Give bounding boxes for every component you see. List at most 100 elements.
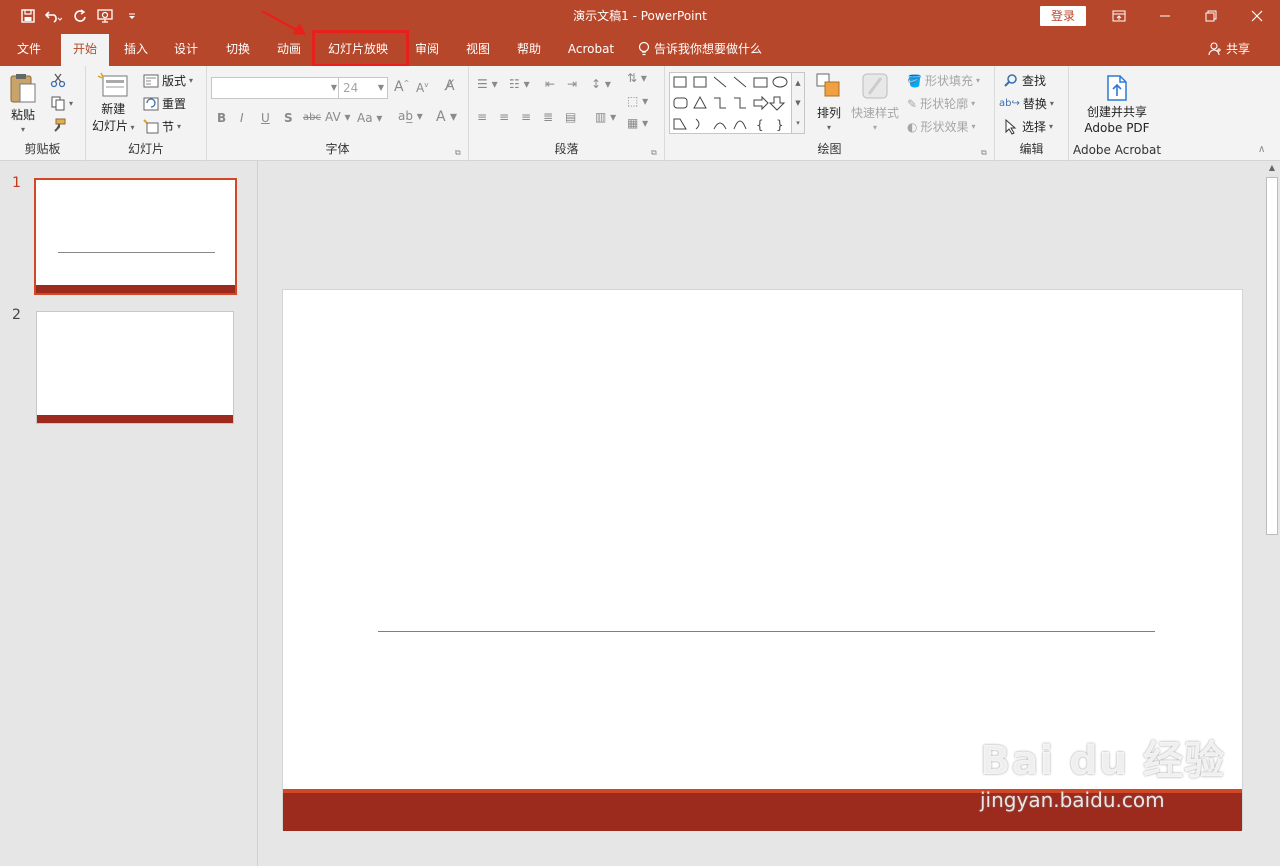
shrink-font-icon[interactable]: Av bbox=[416, 81, 428, 95]
svg-text:}: } bbox=[776, 118, 784, 132]
align-text-icon[interactable]: ⬚ ▾ bbox=[627, 94, 648, 108]
tab-transitions[interactable]: 切换 bbox=[214, 32, 262, 66]
slide-thumbnail-1[interactable] bbox=[34, 178, 237, 295]
strikethrough-icon[interactable]: abc bbox=[303, 112, 321, 123]
text-direction-icon[interactable]: ⇅ ▾ bbox=[627, 71, 647, 85]
columns-icon[interactable]: ▥ ▾ bbox=[595, 110, 616, 124]
align-center-icon[interactable]: ≡ bbox=[499, 110, 509, 124]
font-dialog-launcher-icon[interactable]: ⧉ bbox=[455, 148, 461, 158]
restore-icon[interactable] bbox=[1196, 4, 1226, 28]
share-person-icon bbox=[1208, 42, 1221, 56]
tab-file[interactable]: 文件 bbox=[6, 32, 52, 66]
format-painter-icon[interactable] bbox=[50, 118, 66, 134]
vertical-scrollbar[interactable]: ▲ bbox=[1264, 161, 1280, 866]
reset-icon bbox=[143, 97, 159, 110]
paste-icon bbox=[10, 74, 36, 103]
login-button[interactable]: 登录 bbox=[1040, 6, 1086, 26]
shape-outline-label: 形状轮廓 bbox=[920, 97, 969, 111]
tab-view[interactable]: 视图 bbox=[455, 32, 501, 66]
grow-font-icon[interactable]: A^ bbox=[394, 79, 409, 95]
quick-styles-button[interactable]: 快速样式 ▾ bbox=[851, 72, 899, 132]
font-size-value: 24 bbox=[343, 81, 359, 95]
italic-icon[interactable]: I bbox=[240, 111, 244, 125]
create-share-pdf-button[interactable]: 创建并共享 Adobe PDF bbox=[1069, 74, 1165, 135]
decrease-indent-icon[interactable]: ⇤ bbox=[545, 77, 555, 91]
document-title: 演示文稿1 - PowerPoint bbox=[573, 9, 707, 23]
shapes-gallery-icon: {} bbox=[673, 76, 788, 132]
scroll-up-icon[interactable]: ▲ bbox=[1266, 163, 1278, 175]
line-spacing-icon[interactable]: ↕ ▾ bbox=[591, 77, 611, 91]
baidu-watermark: Bai du 经验 jingyan.baidu.com bbox=[980, 728, 1225, 812]
tab-review[interactable]: 审阅 bbox=[405, 32, 449, 66]
thumbnail-2-band bbox=[37, 415, 233, 423]
new-slide-button[interactable]: 新建 幻灯片 ▾ bbox=[92, 72, 135, 134]
numbering-icon[interactable]: ☷ ▾ bbox=[509, 77, 530, 91]
clear-formatting-icon[interactable]: A̸ bbox=[445, 78, 455, 94]
tell-me-label: 告诉我你想要做什么 bbox=[654, 42, 763, 56]
tab-help[interactable]: 帮助 bbox=[506, 32, 552, 66]
slides-group: 新建 幻灯片 ▾ 版式 ▾ 重置 节 ▾ 幻灯片 bbox=[86, 66, 207, 161]
ribbon-display-options-icon[interactable] bbox=[1104, 4, 1134, 28]
highlight-color-icon[interactable]: ab̲ ▾ bbox=[398, 109, 423, 123]
acrobat-group: 创建并共享 Adobe PDF Adobe Acrobat bbox=[1069, 66, 1165, 161]
font-group-label: 字体 bbox=[325, 142, 350, 156]
tab-home[interactable]: 开始 bbox=[61, 34, 109, 66]
reset-button[interactable]: 重置 bbox=[143, 95, 186, 112]
paragraph-dialog-launcher-icon[interactable]: ⧉ bbox=[651, 148, 657, 158]
find-button[interactable]: 查找 bbox=[1003, 72, 1046, 89]
scrollbar-thumb[interactable] bbox=[1266, 177, 1278, 535]
close-icon[interactable] bbox=[1242, 4, 1272, 28]
align-left-icon[interactable]: ≡ bbox=[477, 110, 487, 124]
font-size-combo[interactable]: 24 ▼ bbox=[338, 77, 388, 99]
ribbon: 粘贴 ▾ ▾ 剪贴板 新建 幻灯片 ▾ 版式 ▾ 重置 节 ▾ 幻灯片 ▼ 24… bbox=[0, 66, 1280, 161]
font-name-combo[interactable]: ▼ bbox=[211, 77, 341, 99]
thumbnail-1-band bbox=[36, 285, 235, 293]
editing-group: 查找 ab↪ 替换 ▾ 选择 ▾ 编辑 bbox=[995, 66, 1069, 161]
arrange-button[interactable]: 排列 ▾ bbox=[815, 72, 843, 132]
bullets-icon[interactable]: ☰ ▾ bbox=[477, 77, 498, 91]
create-pdf-label-2: Adobe PDF bbox=[1084, 121, 1150, 135]
shape-outline-button[interactable]: ✎ 形状轮廓 ▾ bbox=[907, 95, 975, 112]
underline-icon[interactable]: U bbox=[261, 111, 270, 125]
justify-icon[interactable]: ≣ bbox=[543, 110, 553, 124]
shapes-gallery-scroll[interactable]: ▲ ▼ ▾ bbox=[791, 72, 805, 134]
quick-styles-label: 快速样式 bbox=[851, 106, 900, 120]
tab-acrobat[interactable]: Acrobat bbox=[560, 32, 622, 66]
paste-label: 粘贴 bbox=[10, 108, 35, 122]
minimize-icon[interactable] bbox=[1150, 4, 1180, 28]
annotation-arrow-icon bbox=[261, 9, 306, 35]
shapes-gallery[interactable]: {} bbox=[669, 72, 805, 134]
slide-thumbnail-2[interactable] bbox=[36, 311, 234, 424]
cut-icon[interactable] bbox=[50, 72, 66, 88]
bold-icon[interactable]: B bbox=[217, 111, 226, 125]
select-label: 选择 bbox=[1022, 120, 1047, 134]
tab-design[interactable]: 设计 bbox=[163, 32, 209, 66]
share-button[interactable]: 共享 bbox=[1208, 32, 1262, 66]
tell-me-search[interactable]: 告诉我你想要做什么 bbox=[638, 32, 778, 66]
smartart-icon[interactable]: ▦ ▾ bbox=[627, 116, 648, 130]
paste-button[interactable]: 粘贴 ▾ bbox=[8, 72, 38, 134]
shape-fill-button[interactable]: 🪣 形状填充 ▾ bbox=[907, 72, 980, 89]
select-button[interactable]: 选择 ▾ bbox=[1003, 118, 1053, 135]
align-right-icon[interactable]: ≡ bbox=[521, 110, 531, 124]
section-button[interactable]: 节 ▾ bbox=[143, 118, 181, 135]
shadow-icon[interactable]: S bbox=[284, 111, 293, 125]
copy-icon[interactable]: ▾ bbox=[50, 95, 73, 111]
change-case-icon[interactable]: Aa ▾ bbox=[357, 111, 382, 125]
increase-indent-icon[interactable]: ⇥ bbox=[567, 77, 577, 91]
ribbon-tab-bar: 文件 开始 插入 设计 切换 动画 幻灯片放映 审阅 视图 帮助 Acrobat… bbox=[0, 32, 1280, 66]
drawing-dialog-launcher-icon[interactable]: ⧉ bbox=[981, 148, 987, 158]
distributed-icon[interactable]: ▤ bbox=[565, 110, 576, 124]
font-color-icon[interactable]: A ▾ bbox=[436, 109, 457, 125]
drawing-group-label: 绘图 bbox=[817, 142, 842, 156]
character-spacing-icon[interactable]: AV ▾ bbox=[325, 110, 351, 124]
collapse-ribbon-icon[interactable]: ∧ bbox=[1258, 144, 1265, 155]
tab-insert[interactable]: 插入 bbox=[113, 32, 159, 66]
shape-effects-button[interactable]: ◐ 形状效果 ▾ bbox=[907, 118, 976, 135]
paragraph-group-label: 段落 bbox=[554, 142, 579, 156]
arrange-icon bbox=[816, 73, 840, 97]
shape-outline-icon: ✎ bbox=[907, 96, 918, 111]
layout-button[interactable]: 版式 ▾ bbox=[143, 72, 193, 89]
replace-button[interactable]: ab↪ 替换 ▾ bbox=[999, 95, 1054, 112]
acrobat-group-label: Adobe Acrobat bbox=[1072, 143, 1162, 157]
